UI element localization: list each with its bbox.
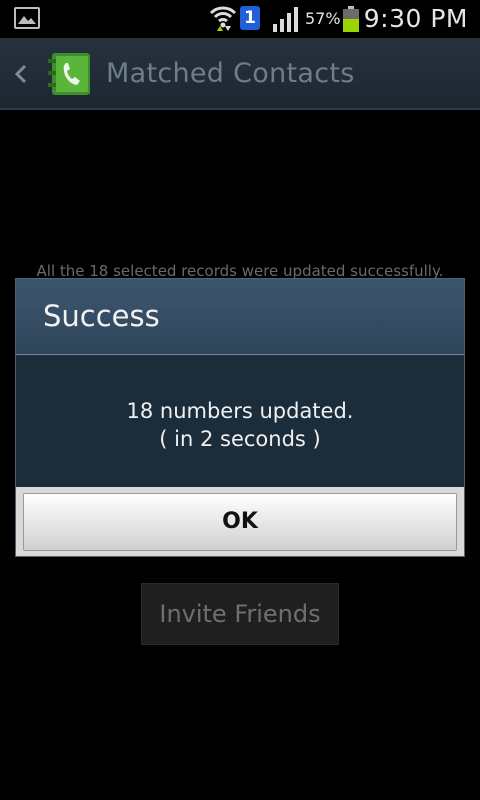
clock: 9:30 PM: [363, 4, 468, 33]
wifi-icon: [209, 6, 237, 31]
battery-percent: 57%: [305, 9, 341, 28]
battery-icon: [343, 6, 359, 32]
action-bar: Matched Contacts: [0, 38, 480, 110]
screen: 1 57% 9:30 PM Matched Contacts All the 1…: [0, 0, 480, 800]
dialog-title: Success: [43, 299, 160, 333]
dialog-footer: OK: [16, 487, 464, 556]
dialog-message: 18 numbers updated. ( in 2 seconds ): [16, 397, 464, 453]
dialog-body: 18 numbers updated. ( in 2 seconds ): [16, 355, 464, 487]
status-bar: 1 57% 9:30 PM: [0, 0, 480, 38]
dialog-title-bar: Success: [16, 279, 464, 355]
contacts-book-icon[interactable]: [46, 50, 96, 98]
notification-badge: 1: [240, 6, 260, 30]
signal-icon: [273, 7, 298, 32]
page-title: Matched Contacts: [106, 58, 355, 89]
gallery-icon: [14, 7, 40, 29]
dialog-message-line1: 18 numbers updated.: [126, 399, 354, 423]
ok-button[interactable]: OK: [23, 493, 457, 551]
success-dialog: Success 18 numbers updated. ( in 2 secon…: [15, 278, 465, 557]
dialog-message-line2: ( in 2 seconds ): [159, 427, 321, 451]
chevron-left-icon[interactable]: [10, 60, 32, 88]
invite-friends-button[interactable]: Invite Friends: [141, 583, 339, 645]
